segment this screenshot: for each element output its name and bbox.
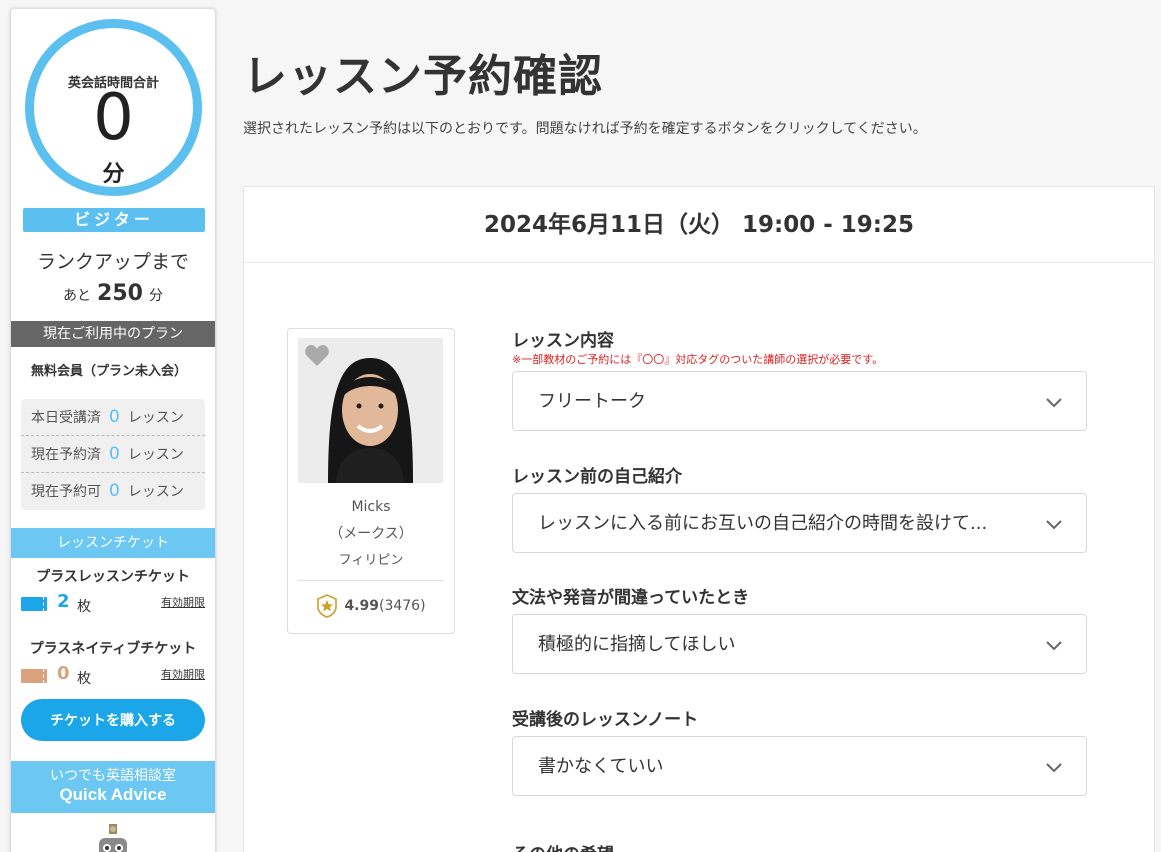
form-group-other-requests: その他の希望 xyxy=(512,840,1087,852)
chevron-down-icon xyxy=(1046,520,1062,530)
robot-mascot-icon xyxy=(99,824,127,852)
ticket-header: レッスンチケット xyxy=(11,528,215,558)
plan-header: 現在ご利用中のプラン xyxy=(11,321,215,347)
chevron-down-icon xyxy=(1046,398,1062,408)
favorite-heart-icon[interactable] xyxy=(304,344,330,368)
plus-native-ticket-name: プラスネイティブチケット xyxy=(29,641,197,657)
total-time-value: 0 xyxy=(93,81,134,155)
teacher-rating: 4.99(3476) xyxy=(288,594,454,618)
quick-advice-banner[interactable]: いつでも英語相談室 Quick Advice xyxy=(11,761,215,813)
teacher-name: Micks xyxy=(351,499,391,515)
stat-label: 本日受講済 xyxy=(31,410,101,426)
remain-unit: 分 xyxy=(148,288,163,304)
select-value: 積極的に指摘してほしい xyxy=(538,634,736,655)
reservation-card: 2024年6月11日（火） 19:00 - 19:25 Micks （メークス）… xyxy=(243,186,1155,852)
quick-advice-subtitle: いつでも英語相談室 xyxy=(50,768,176,784)
ticket-expiry-link[interactable]: 有効期限 xyxy=(161,666,205,682)
ticket-expiry-link[interactable]: 有効期限 xyxy=(161,594,205,610)
form-group-self-intro: レッスン前の自己紹介 レッスンに入る前にお互いの自己紹介の時間を設けて... xyxy=(512,462,1087,553)
teacher-country: フィリピン xyxy=(338,553,404,568)
ticket-unit: 枚 xyxy=(77,671,91,687)
ticket-icon xyxy=(21,669,47,683)
select-value: フリートーク xyxy=(538,391,646,412)
remain-prefix: あと xyxy=(63,288,92,304)
form-label: その他の希望 xyxy=(512,840,1087,852)
form-group-correction: 文法や発音が間違っていたとき 積極的に指摘してほしい xyxy=(512,583,1087,674)
stat-row-today: 本日受講済 0 レッスン xyxy=(21,399,205,436)
chevron-down-icon xyxy=(1046,763,1062,773)
stat-row-reserved: 現在予約済 0 レッスン xyxy=(21,436,205,473)
stat-label: 現在予約可 xyxy=(31,484,101,500)
plus-native-ticket-line: 0 枚 有効期限 xyxy=(21,663,205,687)
stat-value: 0 xyxy=(109,407,120,427)
page-title: レッスン予約確認 xyxy=(243,51,603,102)
stat-label: 現在予約済 xyxy=(31,447,101,463)
plus-lesson-ticket-name: プラスレッスンチケット xyxy=(36,569,190,585)
remain-value: 250 xyxy=(97,281,143,306)
stat-row-available: 現在予約可 0 レッスン xyxy=(21,473,205,510)
form-group-lesson-note: 受講後のレッスンノート 書かなくていい xyxy=(512,705,1087,796)
correction-select[interactable]: 積極的に指摘してほしい xyxy=(512,614,1087,674)
buy-ticket-button[interactable]: チケットを購入する xyxy=(21,699,205,741)
ticket-icon xyxy=(21,597,47,611)
teacher-kana: （メークス） xyxy=(329,526,413,542)
select-value: レッスンに入る前にお互いの自己紹介の時間を設けて... xyxy=(538,513,988,534)
teacher-card[interactable]: Micks （メークス） フィリピン 4.99(3476) xyxy=(287,328,455,634)
lesson-datetime: 2024年6月11日（火） 19:00 - 19:25 xyxy=(244,187,1154,263)
sidebar: 英会話時間合計 0 分 ビジター ランクアップまで あと 250 分 現在ご利用中の… xyxy=(10,8,216,852)
rating-score: 4.99 xyxy=(344,598,379,614)
plan-name: 無料会員（プラン未入会） xyxy=(31,364,188,379)
form-group-lesson-content: レッスン内容 ※一部教材のご予約には『〇〇』対応タグのついた講師の選択が必要です… xyxy=(512,326,1087,431)
plus-lesson-ticket-line: 2 枚 有効期限 xyxy=(21,591,205,615)
stat-unit: レッスン xyxy=(127,447,184,463)
ticket-unit: 枚 xyxy=(77,599,91,615)
quick-advice-title: Quick Advice xyxy=(59,785,167,804)
star-badge-icon xyxy=(317,594,338,618)
rankup-remaining: あと 250 分 xyxy=(11,281,215,306)
form-label: 文法や発音が間違っていたとき xyxy=(512,588,750,608)
rankup-label: ランクアップまで xyxy=(36,251,189,273)
total-time-unit: 分 xyxy=(102,162,125,187)
form-note: ※一部教材のご予約には『〇〇』対応タグのついた講師の選択が必要です。 xyxy=(512,353,884,366)
stat-value: 0 xyxy=(109,444,120,464)
page-description: 選択されたレッスン予約は以下のとおりです。問題なければ予約を確定するボタンをクリ… xyxy=(243,121,927,137)
select-value: 書かなくていい xyxy=(538,756,664,777)
ticket-count: 0 xyxy=(57,663,70,684)
rank-badge: ビジター xyxy=(23,208,205,232)
teacher-divider xyxy=(298,580,444,581)
lesson-content-select[interactable]: フリートーク xyxy=(512,371,1087,431)
rating-count: (3476) xyxy=(378,598,426,614)
stat-unit: レッスン xyxy=(127,410,184,426)
self-intro-select[interactable]: レッスンに入る前にお互いの自己紹介の時間を設けて... xyxy=(512,493,1087,553)
form-label: 受講後のレッスンノート xyxy=(512,710,699,730)
stat-unit: レッスン xyxy=(127,484,184,500)
lesson-stats: 本日受講済 0 レッスン 現在予約済 0 レッスン 現在予約可 0 レッスン xyxy=(21,399,205,510)
form-label: レッスン内容 xyxy=(512,331,614,351)
total-time-ring: 英会話時間合計 0 分 xyxy=(25,19,202,196)
chevron-down-icon xyxy=(1046,641,1062,651)
stat-value: 0 xyxy=(109,481,120,501)
lesson-note-select[interactable]: 書かなくていい xyxy=(512,736,1087,796)
form-label: レッスン前の自己紹介 xyxy=(512,467,682,487)
ticket-count: 2 xyxy=(57,591,70,612)
teacher-photo xyxy=(298,338,443,483)
